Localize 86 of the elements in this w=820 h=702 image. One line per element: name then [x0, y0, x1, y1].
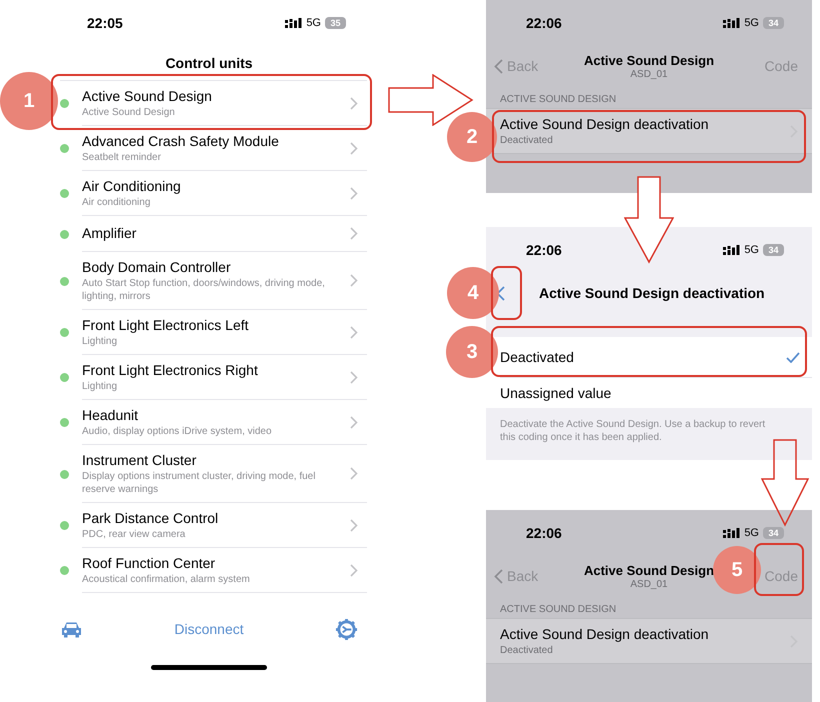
control-unit-row[interactable]: Front Light Electronics Left Lighting [60, 310, 367, 355]
option-row[interactable]: Deactivated [500, 337, 812, 378]
chevron-icon [350, 274, 358, 287]
chevron-icon [350, 186, 358, 200]
nav-title: Active Sound Design [584, 52, 714, 68]
unit-name: Body Domain Controller [82, 258, 232, 277]
nav-subtitle: ASD_01 [630, 578, 668, 590]
unit-description: Audio, display options iDrive system, video [82, 425, 273, 438]
unit-name: Front Light Electronics Right [82, 361, 259, 380]
unit-name: Instrument Cluster [82, 451, 198, 470]
control-unit-row[interactable]: Body Domain Controller Auto Start Stop function, doors/windows, driving mode, lighting, mirrors [60, 252, 367, 310]
nav-title: Active Sound Design deactivation [539, 284, 765, 303]
control-unit-row[interactable]: Instrument Cluster Display options instrument cluster, driving mode, fuel reserve warnings [60, 445, 367, 503]
unit-name: Amplifier [82, 224, 138, 243]
footer-note: Deactivate the Active Sound Design. Use a backup to revert this coding once it has been applied. [499, 418, 766, 444]
status-time: 22:05 [87, 14, 123, 32]
battery-indicator: 34 [763, 244, 784, 256]
unit-description: PDC, rear view camera [82, 528, 186, 541]
row-value: Deactivated [500, 134, 554, 147]
status-time: 22:06 [526, 14, 562, 32]
nav-title: Active Sound Design [584, 562, 714, 578]
coding-row[interactable]: Active Sound Design deactivation Deactivated [486, 108, 812, 154]
control-unit-row[interactable]: Headunit Audio, display options iDrive system, video [60, 400, 367, 445]
signal-icon [723, 245, 740, 255]
control-unit-row[interactable]: Advanced Crash Safety Module Seatbelt reminder [60, 126, 367, 171]
chevron-icon [350, 370, 358, 384]
chevron-icon [350, 96, 358, 110]
unit-name: Front Light Electronics Left [82, 316, 250, 335]
chevron-icon [350, 326, 358, 338]
battery-indicator: 35 [325, 17, 346, 29]
control-unit-row[interactable]: Front Light Electronics Right Lighting [60, 355, 367, 400]
network-label: 5G [744, 526, 759, 541]
back-icon [494, 568, 503, 584]
row-title: Active Sound Design deactivation [500, 115, 710, 134]
nav-subtitle: ASD_01 [630, 68, 668, 80]
network-label: 5G [744, 16, 759, 31]
chevron-icon [350, 518, 358, 532]
coding-row[interactable]: Active Sound Design deactivation Deactivated [486, 618, 812, 664]
screen-title: Control units [165, 54, 253, 72]
unit-description: Air conditioning [82, 196, 152, 209]
back-icon[interactable] [496, 286, 505, 300]
back-icon [494, 58, 503, 74]
unit-name: Advanced Crash Safety Module [82, 132, 280, 151]
unit-description: Lighting [82, 335, 118, 348]
checkmark-icon [786, 352, 800, 362]
section-header: ACTIVE SOUND DESIGN [499, 603, 618, 617]
signal-icon [285, 18, 302, 28]
chevron-icon [350, 467, 358, 480]
chevron-icon [350, 227, 358, 240]
control-unit-row[interactable]: Park Distance Control PDC, rear view camera [60, 503, 367, 548]
row-value: Deactivated [500, 644, 554, 657]
section-header: ACTIVE SOUND DESIGN [499, 93, 618, 107]
chevron-icon [350, 416, 358, 428]
network-label: 5G [306, 16, 321, 31]
unit-description: Acoustical confirmation, alarm system [82, 573, 251, 586]
car-icon[interactable] [60, 620, 83, 638]
chevron-icon [350, 142, 358, 154]
unit-name: Active Sound Design [82, 87, 213, 106]
control-unit-row[interactable]: Roof Function Center Acoustical confirmation, alarm system [60, 548, 367, 593]
chevron-icon [350, 564, 358, 576]
unit-name: Roof Function Center [82, 554, 216, 573]
option-label: Deactivated [500, 348, 575, 366]
status-time: 22:06 [526, 240, 562, 260]
highlight-frame [491, 266, 522, 320]
unit-description: Lighting [82, 380, 118, 393]
battery-indicator: 34 [763, 527, 784, 539]
unit-description: Active Sound Design [82, 106, 176, 119]
status-time: 22:06 [526, 524, 562, 542]
row-title: Active Sound Design deactivation [500, 625, 710, 644]
settings-icon[interactable] [334, 618, 358, 640]
network-label: 5G [744, 242, 759, 258]
unit-name: Headunit [82, 406, 140, 425]
unit-description: Auto Start Stop function, doors/windows, driving mode, lighting, mirrors [82, 277, 326, 303]
control-unit-row[interactable]: Active Sound Design Active Sound Design [60, 81, 367, 126]
unit-description: Seatbelt reminder [82, 151, 162, 164]
control-unit-row[interactable]: Air Conditioning Air conditioning [60, 171, 367, 216]
signal-icon [723, 528, 740, 538]
unit-name: Park Distance Control [82, 509, 220, 528]
control-unit-row[interactable]: Amplifier [60, 216, 367, 252]
option-row[interactable]: Unassigned value [500, 378, 812, 408]
battery-indicator: 34 [763, 17, 784, 29]
option-label: Unassigned value [500, 384, 612, 403]
highlight-frame [754, 543, 804, 596]
unit-description: Display options instrument cluster, driving mode, fuel reserve warnings [82, 470, 316, 496]
signal-icon [723, 18, 740, 28]
unit-name: Air Conditioning [82, 177, 182, 196]
